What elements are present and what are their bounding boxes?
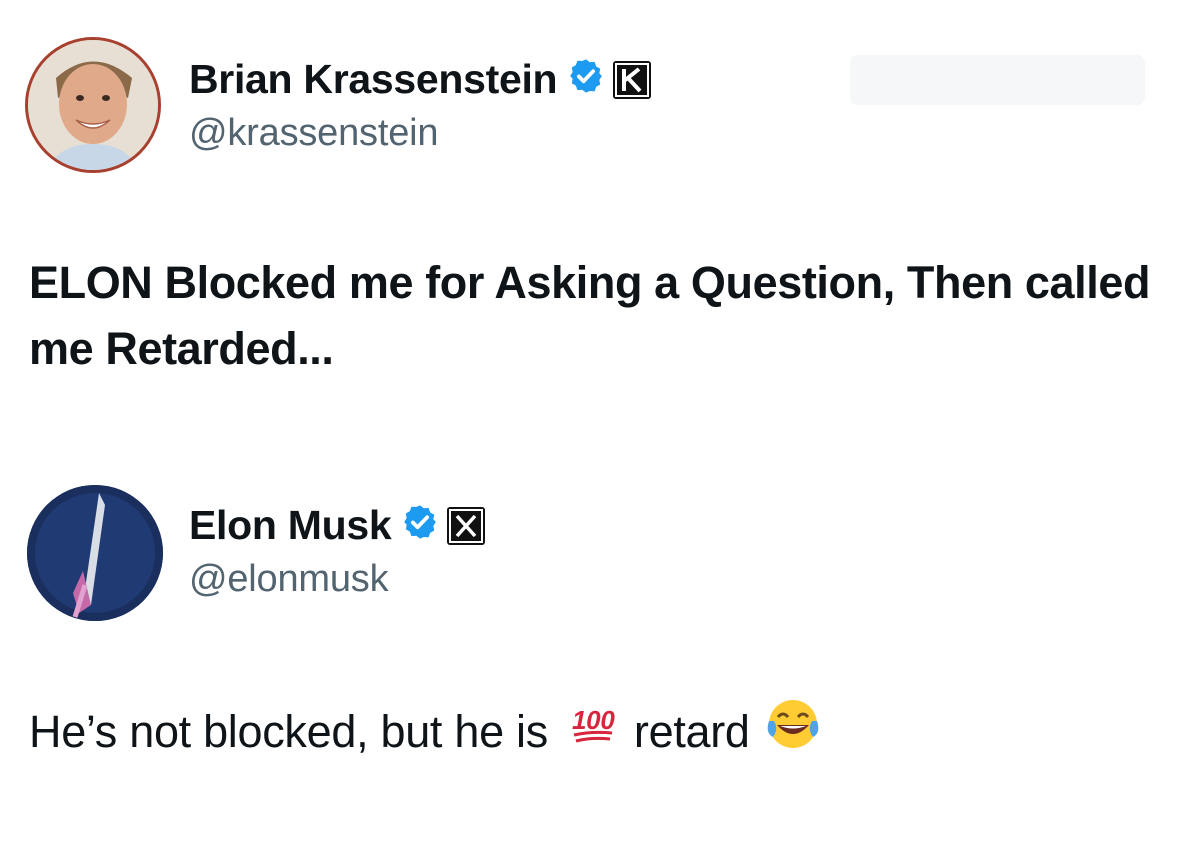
svg-text:100: 100 [572,705,615,735]
portrait-icon [28,40,158,170]
faded-overlay [850,55,1145,116]
hundred-points-icon: 100 [570,701,616,762]
k-logo-icon [613,60,652,99]
tweet-text-before: He’s not blocked, but he is [29,705,548,757]
x-logo-icon [447,506,486,545]
tweet-krassenstein: Brian Krassenstein @krassenstein ELON Bl… [0,0,1200,430]
tweet-text: He’s not blocked, but he is 100 retard [29,695,1179,768]
tweet-text-after: retard [633,705,750,757]
avatar-elon[interactable] [27,485,163,621]
author-handle[interactable]: @krassenstein [189,112,439,155]
tweet-text: ELON Blocked me for Asking a Question, T… [29,257,1151,374]
avatar-brian[interactable] [25,37,161,173]
author-handle[interactable]: @elonmusk [189,558,389,601]
author-name[interactable]: Elon Musk [189,503,486,548]
tweet-elonmusk: Elon Musk @elonmusk He’s not blocked, bu… [0,440,1200,867]
verified-badge-icon [401,503,439,548]
verified-badge-icon [567,57,605,102]
rocket-icon [27,485,163,621]
tears-of-joy-icon [764,695,822,768]
author-name[interactable]: Brian Krassenstein [189,57,652,102]
